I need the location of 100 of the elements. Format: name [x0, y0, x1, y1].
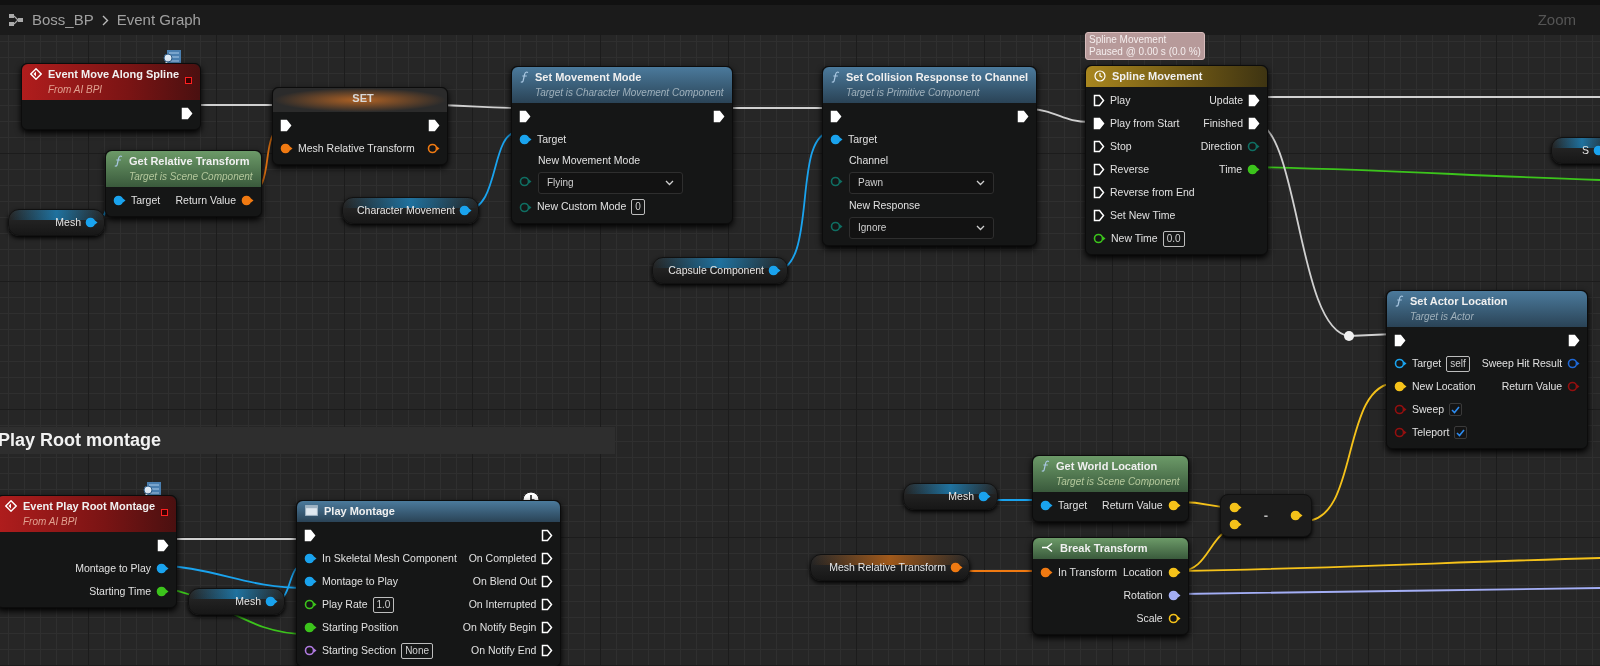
- pin-label: Update: [1209, 92, 1244, 108]
- data-pin-icon[interactable]: [1167, 613, 1181, 624]
- node-subtitle: From AI BPI: [23, 515, 79, 529]
- data-pin-icon[interactable]: [304, 576, 317, 587]
- data-pin-icon[interactable]: [156, 563, 170, 574]
- graph-node[interactable]: SET Mesh Relative Transform: [272, 87, 448, 165]
- exec-pin-icon[interactable]: [428, 119, 440, 132]
- graph-node[interactable]: Event Move Along Spline From AI BPI: [21, 63, 201, 130]
- variable-node[interactable]: Mesh: [188, 588, 285, 615]
- value-field[interactable]: None: [401, 642, 434, 659]
- exec-pin-icon[interactable]: [1568, 334, 1581, 347]
- data-pin-icon[interactable]: [1167, 567, 1181, 578]
- data-pin-icon[interactable]: [1394, 381, 1407, 392]
- comment-bar[interactable]: Play Root montage: [0, 427, 615, 454]
- checkbox[interactable]: [1449, 403, 1463, 416]
- exec-pin-icon[interactable]: [830, 110, 842, 123]
- graph-canvas[interactable]: [0, 35, 1600, 666]
- exec-pin-icon[interactable]: [1394, 334, 1406, 347]
- value-field[interactable]: 0.0: [1162, 230, 1185, 247]
- exec-pin-icon[interactable]: [1093, 209, 1105, 222]
- node-subtitle: Target is Scene Component: [1056, 475, 1180, 489]
- graph-node[interactable]: Break Transform In Transform Location Rotation Scale: [1032, 537, 1189, 635]
- value-field[interactable]: 0: [631, 199, 646, 216]
- data-pin-icon[interactable]: [768, 265, 781, 276]
- exec-pin-icon[interactable]: [280, 119, 292, 132]
- value-field[interactable]: 1.0: [372, 596, 395, 613]
- exec-pin-icon[interactable]: [157, 539, 170, 552]
- data-pin-icon[interactable]: [241, 195, 254, 206]
- operator-node[interactable]: -: [1220, 494, 1312, 537]
- data-pin-icon[interactable]: [304, 553, 317, 564]
- exec-pin-icon[interactable]: [1093, 163, 1105, 176]
- graph-node[interactable]: Play Montage In Skeletal Mesh Component Montage to Play Play Rate 1.0 Starting Position Starting Section None On Completed On Blend Out On Interrupted On Notify Begin On Notify End: [296, 500, 562, 666]
- breadcrumb-item[interactable]: Event Graph: [116, 8, 201, 32]
- variable-node[interactable]: Mesh Relative Transform: [810, 554, 970, 581]
- exec-pin-icon[interactable]: [1248, 94, 1261, 107]
- data-pin-icon[interactable]: [1290, 510, 1303, 521]
- graph-node[interactable]: Set Collision Response to Channel Target is Primitive Component Target Channel Pawn New Response Ignore: [822, 66, 1038, 246]
- data-pin-icon[interactable]: [113, 195, 126, 206]
- data-pin-icon[interactable]: [1394, 358, 1407, 369]
- exec-pin-icon[interactable]: [541, 598, 554, 611]
- exec-pin-icon[interactable]: [1093, 117, 1105, 130]
- dropdown-field[interactable]: Ignore: [849, 216, 994, 239]
- data-pin-icon[interactable]: [265, 596, 278, 607]
- exec-pin-icon[interactable]: [1248, 117, 1261, 130]
- data-pin-icon[interactable]: [304, 599, 317, 610]
- checkbox[interactable]: [1454, 426, 1468, 439]
- variable-node[interactable]: Mesh: [903, 483, 998, 510]
- exec-pin-icon[interactable]: [181, 107, 193, 120]
- exec-pin-icon[interactable]: [1017, 110, 1030, 123]
- data-pin-icon[interactable]: [830, 134, 843, 145]
- data-pin-icon[interactable]: [304, 622, 317, 633]
- data-pin-icon[interactable]: [1167, 590, 1181, 601]
- exec-pin-icon[interactable]: [304, 529, 316, 542]
- data-pin-icon[interactable]: [1040, 567, 1053, 578]
- variable-node[interactable]: Mesh: [8, 209, 105, 236]
- exec-pin-icon[interactable]: [519, 110, 531, 123]
- exec-pin-icon[interactable]: [712, 110, 725, 123]
- exec-pin-icon[interactable]: [541, 575, 554, 588]
- dropdown-field[interactable]: Pawn: [849, 171, 994, 194]
- data-pin-icon[interactable]: [950, 562, 963, 573]
- data-pin-icon[interactable]: [1040, 500, 1053, 511]
- graph-node[interactable]: Set Movement Mode Target is Character Movement Component Target New Movement Mode Flying New Custom Mode 0: [511, 66, 733, 224]
- pin-label: In Skeletal Mesh Component: [322, 550, 457, 566]
- value-field[interactable]: self: [1446, 355, 1470, 372]
- data-pin-icon[interactable]: [1229, 501, 1242, 513]
- data-pin-icon[interactable]: [156, 586, 170, 597]
- data-pin-icon[interactable]: [280, 143, 293, 154]
- data-pin-icon[interactable]: [519, 134, 532, 145]
- graph-node[interactable]: Get Relative Transform Target is Scene Component Target Return Value: [105, 150, 262, 217]
- graph-node[interactable]: Get World Location Target is Scene Component Target Return Value: [1032, 455, 1189, 522]
- node-title: Event Move Along Spline: [48, 67, 179, 82]
- data-pin-icon[interactable]: [1167, 500, 1181, 511]
- data-pin-icon[interactable]: [304, 645, 317, 656]
- data-pin-icon[interactable]: [978, 491, 991, 502]
- variable-node[interactable]: Character Movement: [342, 197, 479, 224]
- exec-pin-icon[interactable]: [1093, 186, 1105, 199]
- data-pin-icon[interactable]: [1247, 164, 1261, 175]
- operator-symbol: -: [1262, 506, 1270, 525]
- graph-node[interactable]: Set Actor Location Target is Actor Target self New Location Sweep Teleport Sweep Hit Result Return Value: [1386, 290, 1589, 449]
- graph-node[interactable]: Spline Movement Play Play from Start Stop Reverse Reverse from End Set New Time New Time 0.0 Update Finished Direction Time: [1085, 65, 1269, 255]
- exec-pin-icon[interactable]: [541, 529, 554, 542]
- graph-node[interactable]: Event Play Root Montage From AI BPI Montage to Play Starting Time: [0, 495, 178, 608]
- exec-pin-icon[interactable]: [541, 552, 554, 565]
- exec-pin-icon[interactable]: [541, 621, 554, 634]
- data-pin-icon[interactable]: [1229, 518, 1242, 530]
- pin-label: On Blend Out: [472, 573, 537, 589]
- exec-pin-icon[interactable]: [1093, 94, 1105, 107]
- pin-label: Time: [1219, 161, 1243, 177]
- data-pin-icon[interactable]: [427, 143, 440, 154]
- breadcrumb-item[interactable]: Boss_BP: [32, 8, 94, 32]
- data-pin-icon[interactable]: [85, 217, 98, 228]
- diamond-icon: [5, 500, 17, 512]
- pin-label: On Notify Begin: [462, 619, 537, 635]
- dropdown-field[interactable]: Flying: [538, 171, 683, 194]
- variable-node[interactable]: Capsule Component: [652, 257, 788, 284]
- data-pin-icon[interactable]: [459, 205, 472, 216]
- data-pin-icon[interactable]: [1093, 233, 1106, 244]
- variable-node[interactable]: S: [1551, 137, 1600, 164]
- exec-pin-icon[interactable]: [541, 644, 554, 657]
- exec-pin-icon[interactable]: [1093, 140, 1105, 153]
